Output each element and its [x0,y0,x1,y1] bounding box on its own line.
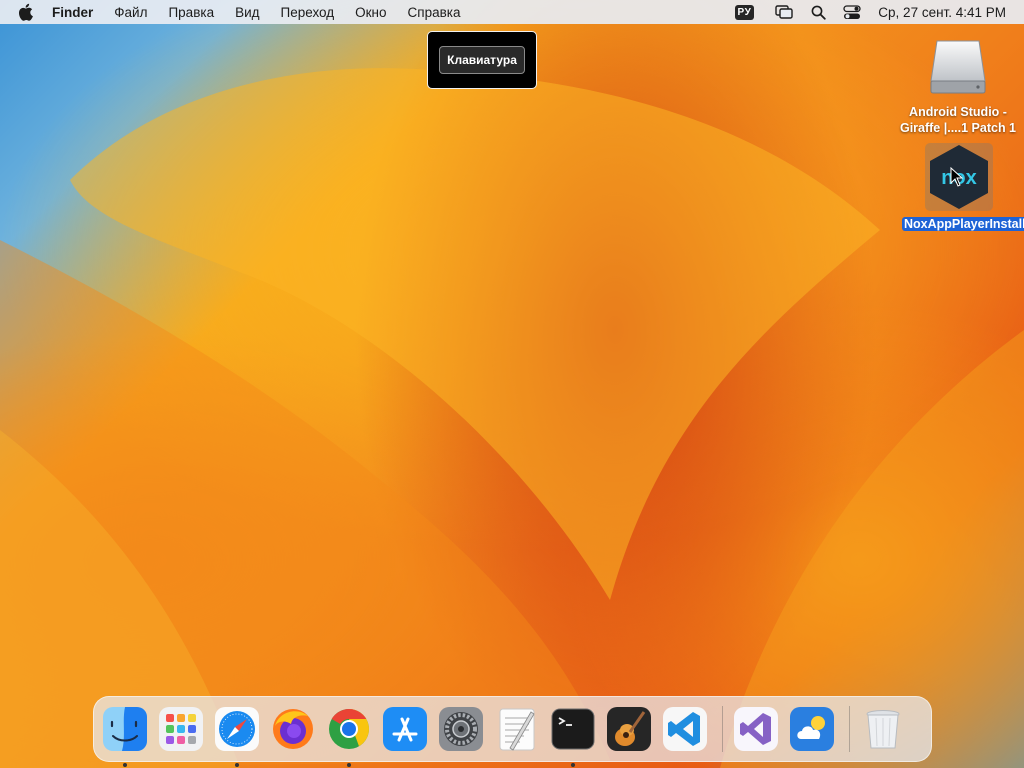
menu-bar-clock[interactable]: Ср, 27 сент. 4:41 PM [878,5,1006,20]
menu-edit[interactable]: Правка [168,5,214,20]
vscode-icon[interactable] [662,706,708,752]
dock-item-firefox[interactable] [270,706,316,752]
running-indicator [347,763,351,767]
garageband-icon[interactable] [606,706,652,752]
dock-item-launchpad[interactable] [158,706,204,752]
spotlight-search-icon[interactable] [808,4,828,20]
wallpaper [0,68,1024,768]
dock-item-system-settings[interactable] [438,706,484,752]
dock-item-vscode[interactable] [662,706,708,752]
disk-image-icon[interactable] [929,37,987,95]
menu-bar: Finder Файл Правка Вид Переход Окно Спра… [0,0,1024,24]
trash-icon[interactable] [860,706,906,752]
dock-item-safari[interactable] [214,706,260,767]
dock-item-finder[interactable] [102,706,148,767]
textedit-icon[interactable] [494,706,540,752]
terminal-icon[interactable] [550,706,596,752]
menu-help[interactable]: Справка [408,5,461,20]
nox-label[interactable]: NoxAppPlayerInstaller [902,216,1024,232]
firefox-icon[interactable] [270,706,316,752]
screen-mirroring-icon[interactable] [774,4,794,20]
running-indicator [235,763,239,767]
dock-separator [849,706,850,752]
dock-item-garageband[interactable] [606,706,652,752]
chrome-icon[interactable] [326,706,372,752]
dock-item-app-store[interactable] [382,706,428,752]
launchpad-icon[interactable] [158,706,204,752]
dock-item-terminal[interactable] [550,706,596,767]
running-indicator [123,763,127,767]
drive-label[interactable]: Android Studio - Giraffe |....1 Patch 1 [893,104,1023,136]
dock-item-trash[interactable] [860,706,906,752]
menu-view[interactable]: Вид [235,5,259,20]
visual-studio-icon[interactable] [733,706,779,752]
dock-item-weather[interactable] [789,706,835,752]
mouse-cursor-icon [950,167,964,187]
apple-icon[interactable] [18,3,36,21]
nox-label-text[interactable]: NoxAppPlayerInstaller [902,217,1024,231]
menu-go[interactable]: Переход [281,5,335,20]
menu-file[interactable]: Файл [114,5,147,20]
system-settings-icon[interactable] [438,706,484,752]
dock [93,696,932,767]
safari-icon[interactable] [214,706,260,752]
dock-item-chrome[interactable] [326,706,372,767]
menu-window[interactable]: Окно [355,5,386,20]
running-indicator [571,763,575,767]
input-source-badge[interactable]: РУ [734,4,755,20]
hud-label[interactable]: Клавиатура [439,46,525,74]
app-store-icon[interactable] [382,706,428,752]
dock-item-visual-studio[interactable] [733,706,779,752]
dock-item-textedit[interactable] [494,706,540,752]
keyboard-hud: Клавиатура [427,31,537,89]
dock-separator [722,706,723,752]
menu-app-name[interactable]: Finder [52,5,93,20]
weather-icon[interactable] [789,706,835,752]
finder-icon[interactable] [102,706,148,752]
control-center-icon[interactable] [842,4,862,20]
